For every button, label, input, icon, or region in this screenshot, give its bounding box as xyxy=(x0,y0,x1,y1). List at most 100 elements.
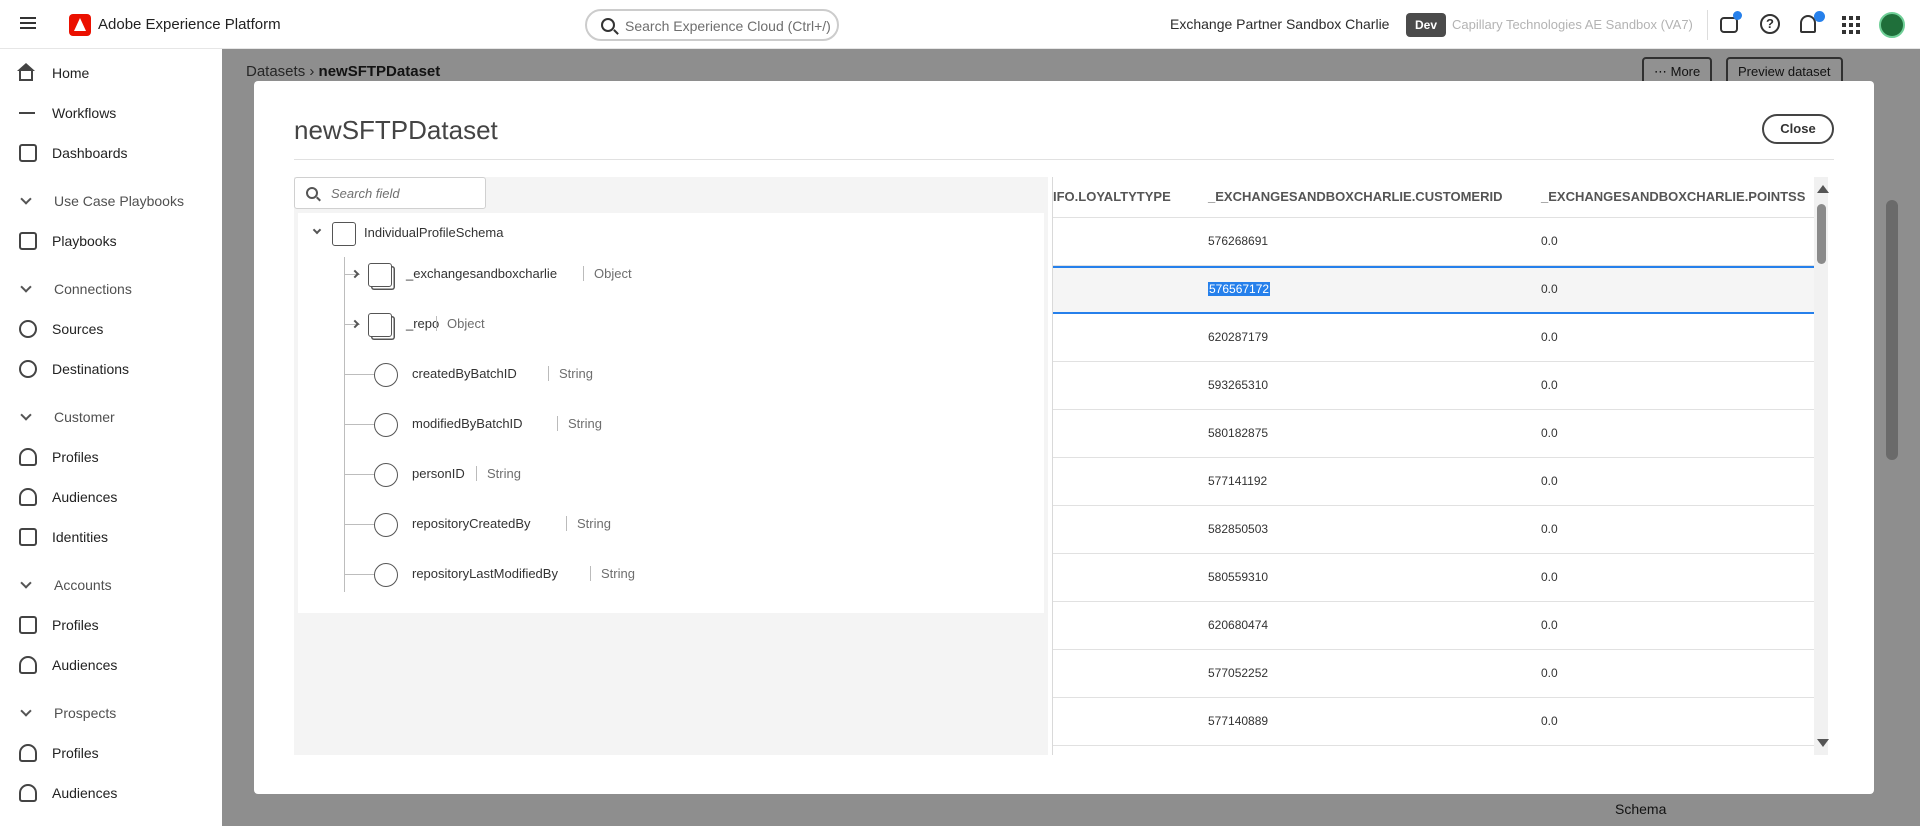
sandbox-switcher[interactable]: Capillary Technologies AE Sandbox (VA7) xyxy=(1452,17,1693,32)
cell-points: 0.0 xyxy=(1541,474,1558,488)
avatar[interactable] xyxy=(1879,12,1905,38)
sidebar-section-prospects[interactable]: Prospects xyxy=(0,696,222,730)
field-type: Object xyxy=(436,316,485,331)
sidebar-item-label: Destinations xyxy=(52,361,130,377)
menu-icon[interactable] xyxy=(18,14,38,34)
app-title[interactable]: Adobe Experience Platform xyxy=(98,16,281,33)
playbooks-icon xyxy=(19,232,37,250)
search-icon xyxy=(601,18,615,32)
cell-points: 0.0 xyxy=(1541,234,1558,248)
sidebar-section-connections[interactable]: Connections xyxy=(0,272,222,306)
tree-root-name: IndividualProfileSchema xyxy=(364,225,504,240)
sidebar-item-label: Audiences xyxy=(52,785,118,801)
sidebar-item-playbooks[interactable]: Playbooks xyxy=(0,224,222,258)
tree-row[interactable]: modifiedByBatchID String xyxy=(298,404,1044,444)
feedback-icon[interactable] xyxy=(1720,11,1742,33)
table-row[interactable]: 593265310 0.0 xyxy=(1053,362,1814,410)
table-row[interactable]: 576268691 0.0 xyxy=(1053,218,1814,266)
cell-points: 0.0 xyxy=(1541,666,1558,680)
cell-points: 0.0 xyxy=(1541,330,1558,344)
sidebar-item-prospect-audiences[interactable]: Audiences xyxy=(0,776,222,810)
dataset-preview-table: IFO.LOYALTYTYPE _EXCHANGESANDBOXCHARLIE.… xyxy=(1052,177,1814,755)
tree-row[interactable]: _exchangesandboxcharlie Object xyxy=(298,254,1044,294)
sidebar: Home Workflows Dashboards Use Case Playb… xyxy=(0,49,222,826)
sidebar-item-account-profiles[interactable]: Profiles xyxy=(0,608,222,642)
dialog-divider xyxy=(294,159,1834,160)
scroll-up-arrow-icon[interactable] xyxy=(1817,185,1829,193)
search-input[interactable]: Search Experience Cloud (Ctrl+/) xyxy=(585,9,839,41)
cell-customer-id: 582850503 xyxy=(1208,522,1269,536)
sidebar-item-customer-audiences[interactable]: Audiences xyxy=(0,480,222,514)
sidebar-item-label: Audiences xyxy=(52,657,118,673)
sidebar-item-label: Identities xyxy=(52,529,109,545)
adobe-logo-icon[interactable] xyxy=(69,14,91,36)
table-row[interactable]: 577052252 0.0 xyxy=(1053,650,1814,698)
object-icon xyxy=(368,263,392,287)
search-field-input[interactable]: Search field xyxy=(294,177,486,209)
audiences-icon xyxy=(19,656,37,674)
sidebar-item-dashboards[interactable]: Dashboards xyxy=(0,136,222,170)
tree-row[interactable]: personID String xyxy=(298,454,1044,494)
field-name: repositoryLastModifiedBy xyxy=(412,566,558,581)
sidebar-item-account-audiences[interactable]: Audiences xyxy=(0,648,222,682)
sidebar-section-use-case-playbooks[interactable]: Use Case Playbooks xyxy=(0,184,222,218)
apps-grid-icon[interactable] xyxy=(1842,16,1860,34)
profile-icon xyxy=(19,744,37,762)
tree-root-row[interactable]: IndividualProfileSchema xyxy=(298,213,1044,253)
column-header[interactable]: _EXCHANGESANDBOXCHARLIE.POINTSS xyxy=(1541,189,1805,204)
close-button[interactable]: Close xyxy=(1762,114,1834,144)
scroll-thumb[interactable] xyxy=(1817,204,1826,264)
tree-row[interactable]: _repo Object xyxy=(298,304,1044,344)
notifications-icon[interactable] xyxy=(1800,11,1825,33)
help-icon[interactable]: ? xyxy=(1760,14,1780,34)
sidebar-item-workflows[interactable]: Workflows xyxy=(0,96,222,130)
field-name: _exchangesandboxcharlie xyxy=(406,266,558,281)
column-header[interactable]: IFO.LOYALTYTYPE xyxy=(1053,189,1171,204)
audiences-icon xyxy=(19,488,37,506)
field-type: String xyxy=(476,466,521,481)
page-scrollbar[interactable] xyxy=(1886,200,1898,460)
sidebar-item-customer-profiles[interactable]: Profiles xyxy=(0,440,222,474)
tree-row[interactable]: repositoryCreatedBy String xyxy=(298,504,1044,544)
table-row[interactable]: 580182875 0.0 xyxy=(1053,410,1814,458)
table-row[interactable]: 577141192 0.0 xyxy=(1053,458,1814,506)
chevron-down-icon xyxy=(20,705,32,717)
chevron-right-icon[interactable] xyxy=(350,319,360,329)
dashboards-icon xyxy=(19,144,37,162)
chevron-down-icon[interactable] xyxy=(312,225,322,235)
table-row-selected[interactable]: 576567172 0.0 xyxy=(1053,266,1814,314)
table-row[interactable]: 620680474 0.0 xyxy=(1053,602,1814,650)
sidebar-item-sources[interactable]: Sources xyxy=(0,312,222,346)
table-row[interactable]: 580559310 0.0 xyxy=(1053,554,1814,602)
table-row[interactable]: 620287179 0.0 xyxy=(1053,314,1814,362)
sidebar-item-destinations[interactable]: Destinations xyxy=(0,352,222,386)
scroll-down-arrow-icon[interactable] xyxy=(1817,739,1829,747)
sidebar-item-home[interactable]: Home xyxy=(0,56,222,90)
sidebar-section-customer[interactable]: Customer xyxy=(0,400,222,434)
section-label: Customer xyxy=(54,409,115,425)
sidebar-item-label: Profiles xyxy=(52,617,99,633)
column-header[interactable]: _EXCHANGESANDBOXCHARLIE.CUSTOMERID xyxy=(1208,189,1502,204)
dialog-title: newSFTPDataset xyxy=(294,115,498,145)
sidebar-section-accounts[interactable]: Accounts xyxy=(0,568,222,602)
sidebar-item-prospect-profiles[interactable]: Profiles xyxy=(0,736,222,770)
tree-connector xyxy=(344,574,374,575)
chevron-right-icon[interactable] xyxy=(350,269,360,279)
field-type: String xyxy=(548,366,593,381)
chevron-down-icon xyxy=(20,409,32,421)
building-icon xyxy=(19,616,37,634)
table-row[interactable]: 577140889 0.0 xyxy=(1053,698,1814,746)
tree-connector xyxy=(344,374,374,375)
org-switcher[interactable]: Exchange Partner Sandbox Charlie xyxy=(1170,16,1389,32)
cell-customer-id: 577141192 xyxy=(1208,474,1268,488)
cell-customer-id[interactable]: 576567172 xyxy=(1208,282,1271,296)
field-type: String xyxy=(566,516,611,531)
tree-row[interactable]: repositoryLastModifiedBy String xyxy=(298,554,1044,594)
tree-row[interactable]: createdByBatchID String xyxy=(298,354,1044,394)
section-label: Use Case Playbooks xyxy=(54,193,184,209)
env-badge: Dev xyxy=(1406,13,1446,37)
cell-points: 0.0 xyxy=(1541,282,1558,296)
table-row[interactable]: 582850503 0.0 xyxy=(1053,506,1814,554)
sidebar-item-label: Sources xyxy=(52,321,104,337)
sidebar-item-identities[interactable]: Identities xyxy=(0,520,222,554)
